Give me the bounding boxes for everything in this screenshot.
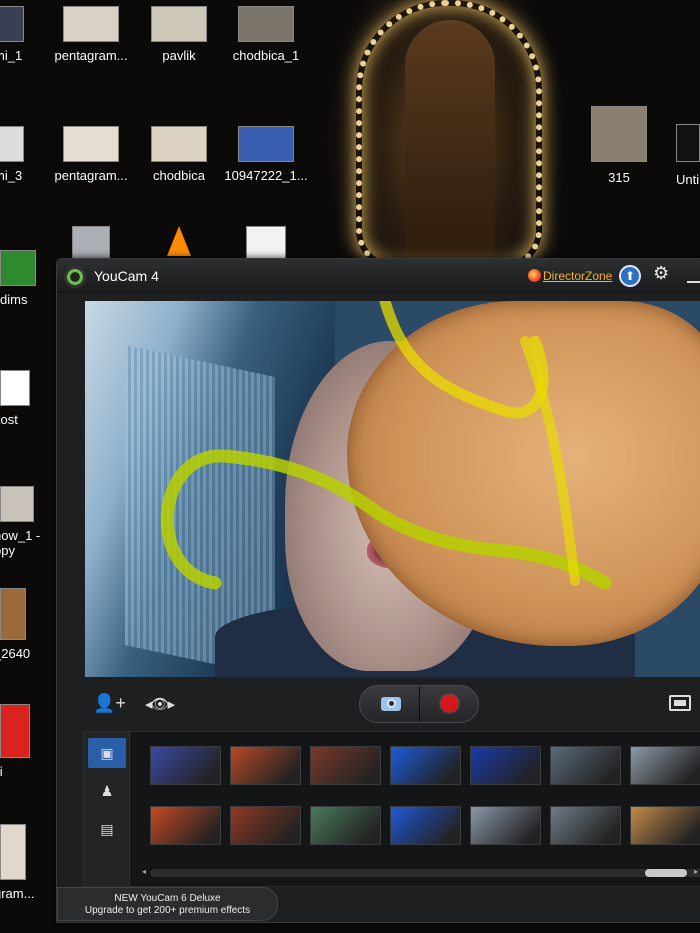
record-button[interactable] bbox=[420, 686, 480, 722]
desktop-icon-thumb bbox=[238, 126, 294, 162]
effects-button[interactable]: ◂👁▸ bbox=[145, 695, 175, 713]
desktop-icon-thumb bbox=[72, 226, 110, 262]
desktop-icon-thumb bbox=[151, 6, 207, 42]
desktop-icon-thumb bbox=[63, 6, 119, 42]
thumbnail-row bbox=[150, 806, 700, 845]
record-dot-icon bbox=[441, 695, 458, 712]
desktop-icon-thumb bbox=[0, 588, 26, 640]
drawn-line bbox=[379, 301, 549, 419]
fullscreen-button[interactable] bbox=[669, 695, 691, 711]
vlc-cone-icon bbox=[167, 226, 191, 256]
tab-photos[interactable]: ♟ bbox=[88, 776, 126, 806]
youcam-logo-icon bbox=[64, 266, 86, 288]
settings-gear-icon[interactable]: ⚙ bbox=[653, 263, 669, 284]
desktop-icon-thumb bbox=[238, 6, 294, 42]
media-thumbnail[interactable] bbox=[230, 806, 301, 845]
director-zone-link[interactable]: DirectorZone bbox=[543, 269, 612, 283]
desktop-icon-label: 315 bbox=[608, 170, 630, 185]
thumbnail-row bbox=[150, 746, 700, 785]
wallpaper-halo bbox=[356, 0, 542, 270]
window-title: YouCam 4 bbox=[94, 268, 159, 284]
desktop-icon[interactable]: chodbica bbox=[134, 126, 224, 183]
minimize-button[interactable] bbox=[687, 281, 700, 283]
media-thumbnail[interactable] bbox=[310, 746, 381, 785]
desktop-icon-thumb bbox=[0, 6, 24, 42]
desktop-icon-thumb bbox=[0, 704, 30, 758]
scroll-right-arrow-icon[interactable]: ▸ bbox=[694, 867, 698, 876]
media-thumbnail[interactable] bbox=[390, 806, 461, 845]
snapshot-button[interactable] bbox=[360, 686, 420, 722]
scrollbar-thumb[interactable] bbox=[645, 869, 687, 877]
media-thumbnail[interactable] bbox=[470, 806, 541, 845]
camera-lens-icon bbox=[387, 699, 396, 708]
capture-controls bbox=[359, 685, 479, 723]
desktop-icon[interactable]: pentagram... bbox=[46, 126, 136, 183]
media-thumbnail[interactable] bbox=[550, 806, 621, 845]
youcam-window: YouCam 4 DirectorZone ⬆ ⚙ 👤+ ◂👁▸ ▣ ♟ ▤ ◂… bbox=[56, 258, 700, 923]
desktop-icon-thumb bbox=[63, 126, 119, 162]
tab-videos[interactable]: ▤ bbox=[88, 814, 126, 844]
upgrade-promo-banner[interactable]: NEW YouCam 6 Deluxe Upgrade to get 200+ … bbox=[57, 887, 278, 921]
desktop-icon[interactable]: pavlik bbox=[134, 6, 224, 63]
vlc-icon[interactable] bbox=[134, 226, 224, 256]
webcam-preview bbox=[85, 301, 700, 677]
desktop-icon-thumb bbox=[0, 126, 24, 162]
media-thumbnail[interactable] bbox=[550, 746, 621, 785]
desktop-icon[interactable]: 10947222_1... bbox=[221, 126, 311, 183]
drawn-lines bbox=[160, 301, 612, 590]
media-thumbnail[interactable] bbox=[470, 746, 541, 785]
desktop-icon-label: chodbica bbox=[152, 168, 206, 183]
drawn-line bbox=[160, 449, 612, 590]
promo-subtitle: Upgrade to get 200+ premium effects bbox=[84, 905, 251, 916]
director-zone-icon bbox=[528, 269, 541, 282]
drawn-line bbox=[520, 336, 580, 586]
desktop-icon[interactable]: 315 bbox=[574, 106, 664, 185]
promo-title: NEW YouCam 6 Deluxe bbox=[114, 893, 221, 904]
update-button[interactable]: ⬆ bbox=[619, 265, 641, 287]
desktop-icon-label: pavlik bbox=[162, 48, 196, 63]
desktop-icon-thumb bbox=[676, 124, 700, 162]
desktop-icon-thumb bbox=[0, 370, 30, 406]
desktop-icon-label: Unti bbox=[676, 172, 700, 187]
media-thumbnail[interactable] bbox=[150, 806, 221, 845]
media-library: ▣ ♟ ▤ ◂ ▸ bbox=[83, 731, 700, 887]
media-thumbnail[interactable] bbox=[230, 746, 301, 785]
media-thumbnail[interactable] bbox=[150, 746, 221, 785]
library-scrollbar[interactable] bbox=[150, 869, 700, 877]
desktop-icon-label: 10947222_1... bbox=[224, 168, 308, 183]
desktop-icon-thumb bbox=[591, 106, 647, 162]
library-tabs: ▣ ♟ ▤ bbox=[84, 732, 130, 886]
desktop-icon-thumb bbox=[0, 250, 36, 286]
desktop-icon-label: pentagram... bbox=[54, 168, 128, 183]
desktop-icon[interactable]: pentagram... bbox=[46, 6, 136, 63]
media-thumbnail[interactable] bbox=[310, 806, 381, 845]
desktop-icon-thumb bbox=[0, 824, 26, 880]
desktop-icon-thumb bbox=[151, 126, 207, 162]
desktop-icon[interactable]: chodbica_1 bbox=[221, 6, 311, 63]
title-bar[interactable]: YouCam 4 DirectorZone ⬆ ⚙ bbox=[57, 259, 700, 293]
desktop-icon-label: pentagram... bbox=[54, 48, 128, 63]
scroll-left-arrow-icon[interactable]: ◂ bbox=[142, 867, 146, 876]
media-thumbnail[interactable] bbox=[630, 806, 700, 845]
desktop-icon-thumb bbox=[246, 226, 286, 262]
desktop-icon-thumb bbox=[0, 486, 34, 522]
desktop-icon[interactable]: Unti bbox=[676, 124, 700, 187]
tab-all-media[interactable]: ▣ bbox=[88, 738, 126, 768]
media-thumbnail[interactable] bbox=[630, 746, 700, 785]
media-thumbnail[interactable] bbox=[390, 746, 461, 785]
desktop-icon-label: chodbica_1 bbox=[232, 48, 300, 63]
face-tracking-button[interactable]: 👤+ bbox=[93, 693, 126, 714]
